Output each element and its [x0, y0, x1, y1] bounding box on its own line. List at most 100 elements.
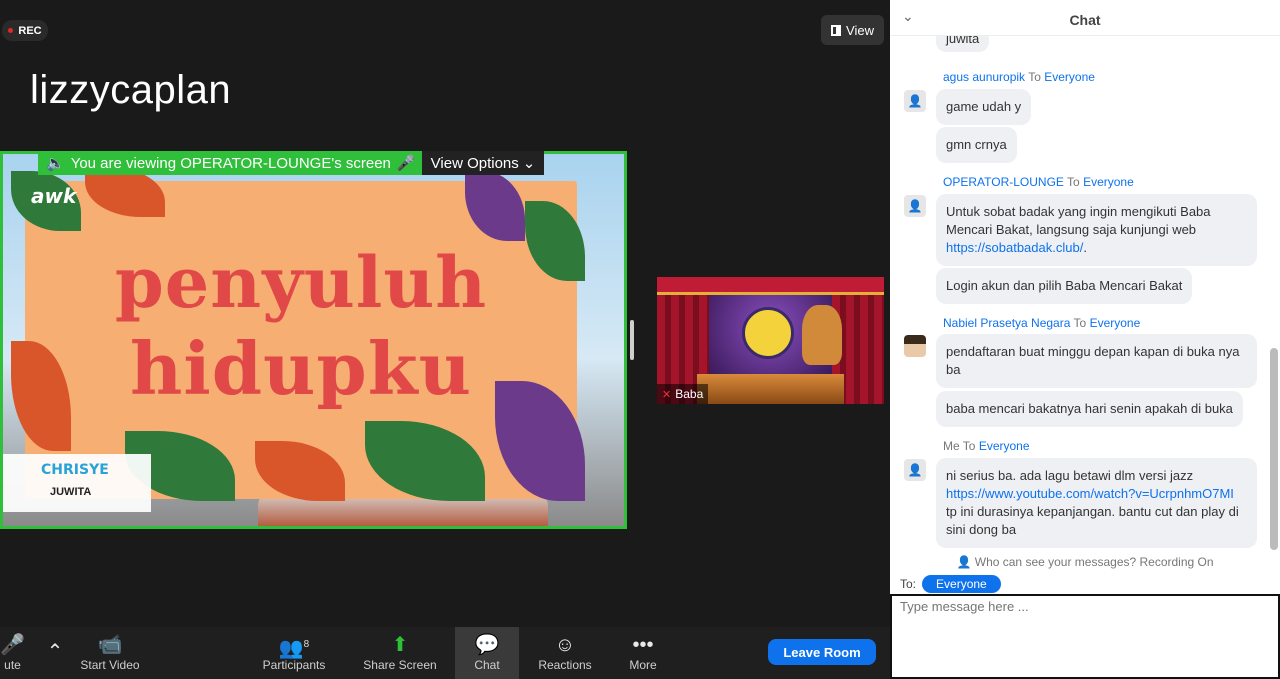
participants-count: 8 — [303, 639, 310, 650]
chat-sender-line: Nabiel Prasetya Negara To Everyone — [943, 316, 1140, 330]
chat-panel: juwita agus aunuropik To Everyone 👤 game… — [890, 0, 1280, 679]
more-button[interactable]: ••• More — [613, 627, 673, 679]
viewing-share-banner: 🔈 You are viewing OPERATOR-LOUNGE's scre… — [38, 151, 426, 175]
chat-bubble: ni serius ba. ada lagu betawi dlm versi … — [936, 458, 1257, 548]
audio-options-button[interactable]: ⌃ — [42, 627, 68, 679]
to-label: To — [962, 439, 976, 453]
view-options-button[interactable]: View Options ⌄ — [422, 151, 544, 175]
recipient-name: Everyone — [1083, 175, 1134, 189]
smiley-add-icon: ☺ — [554, 634, 576, 656]
user-avatar — [904, 335, 926, 357]
participants-label: Participants — [262, 658, 326, 672]
slide-title-line2: hidupku — [130, 326, 472, 411]
view-button[interactable]: View — [821, 15, 884, 45]
share-screen-label: Share Screen — [363, 658, 437, 672]
active-speaker-name: lizzycaplan — [30, 68, 232, 112]
start-video-label: Start Video — [80, 658, 140, 672]
mute-label: ute — [4, 658, 21, 672]
chat-bubble: baba mencari bakatnya hari senin apakah … — [936, 391, 1243, 427]
chat-bubble: Login akun dan pilih Baba Mencari Bakat — [936, 268, 1193, 304]
user-avatar-icon: 👤 — [904, 459, 926, 481]
participants-button[interactable]: 👥8 Participants — [255, 627, 333, 679]
mic-muted-icon: 🎤 — [0, 634, 25, 656]
chat-bubble: game udah y — [936, 89, 1032, 125]
chat-sender-line: Me To Everyone — [943, 439, 1030, 453]
chevron-up-icon: ⌃ — [46, 641, 64, 663]
message-text: pendaftaran buat minggu depan kapan di b… — [946, 344, 1240, 359]
view-button-label: View — [846, 22, 874, 38]
club-badge-logo — [742, 307, 794, 359]
reactions-button[interactable]: ☺ Reactions — [533, 627, 597, 679]
slide-logo: awk — [31, 184, 77, 208]
more-dots-icon: ••• — [632, 634, 654, 656]
recipient-name: Everyone — [1044, 70, 1095, 84]
message-text: Mencari Bakat, langsung saja kunjungi we… — [946, 222, 1197, 237]
chat-bubble: pendaftaran buat minggu depan kapan di b… — [936, 334, 1257, 388]
reactions-label: Reactions — [538, 658, 592, 672]
shared-screen[interactable]: penyuluh hidupku awk CHRISYE JUWITA — [0, 151, 627, 529]
chat-label: Chat — [474, 658, 500, 672]
mic-muted-icon: ✕ — [662, 388, 672, 401]
recording-label: REC — [18, 24, 42, 37]
speaker-icon: 🔈 — [46, 155, 65, 172]
privacy-notice[interactable]: 👤 Who can see your messages? Recording O… — [890, 555, 1280, 569]
more-label: More — [629, 658, 657, 672]
to-label: To: — [900, 577, 917, 591]
chevron-down-icon: ⌄ — [522, 155, 536, 172]
chat-button[interactable]: 💬 Chat — [455, 627, 519, 679]
leaf-decoration — [465, 171, 525, 241]
leaf-decoration — [255, 441, 345, 501]
recipient-select[interactable]: Everyone — [922, 575, 1001, 593]
video-stage: REC View lizzycaplan penyuluh hidupku aw… — [0, 0, 890, 627]
chat-message-input[interactable] — [890, 594, 1280, 679]
chat-bubble: Untuk sobat badak yang ingin mengikuti B… — [936, 194, 1257, 266]
person-icon: 👤 — [956, 555, 972, 569]
chat-bubble: gmn crnya — [936, 127, 1017, 163]
panel-resize-handle[interactable] — [630, 320, 634, 360]
to-label: To — [1028, 70, 1041, 84]
sender-name: Me — [943, 439, 960, 453]
curtain-valance-image — [657, 277, 884, 295]
thumbnail-participant-name: Baba — [675, 387, 704, 401]
chat-header: ⌄ Chat — [890, 0, 1280, 36]
start-video-button[interactable]: 📹 Start Video — [74, 627, 146, 679]
to-label: To — [1073, 316, 1087, 330]
chat-scrollbar[interactable] — [1270, 348, 1278, 550]
sender-name[interactable]: OPERATOR-LOUNGE — [943, 175, 1064, 189]
record-dot-icon — [8, 28, 14, 33]
user-avatar-icon: 👤 — [904, 195, 926, 217]
leaf-decoration — [365, 421, 485, 501]
chat-sender-line: OPERATOR-LOUNGE To Everyone — [943, 175, 1134, 189]
slide-card: penyuluh hidupku — [11, 167, 585, 501]
chat-message-list[interactable]: juwita agus aunuropik To Everyone 👤 game… — [890, 0, 1280, 572]
recipient-name: Everyone — [978, 439, 1030, 453]
video-off-icon: 📹 — [97, 634, 123, 656]
sender-name[interactable]: agus aunuropik — [943, 70, 1025, 84]
chat-title: Chat — [1069, 12, 1101, 28]
sender-name[interactable]: Nabiel Prasetya Negara — [943, 316, 1070, 330]
to-label: To — [1067, 175, 1080, 189]
message-text: ba — [946, 362, 961, 377]
message-link[interactable]: https://sobatbadak.club/ — [946, 240, 1083, 255]
cat-mascot-image — [802, 305, 842, 365]
recipient-row: To: Everyone — [900, 575, 1001, 593]
slide-title-line1: penyuluh — [114, 241, 488, 324]
message-text: ni serius ba. ada lagu betawi dlm versi … — [946, 468, 1194, 483]
recording-indicator: REC — [2, 20, 48, 41]
participant-thumbnail[interactable]: ✕ Baba — [657, 277, 884, 404]
meeting-toolbar: 🎤 ute ⌃ 📹 Start Video 👥8 Participants ⬆ … — [0, 627, 890, 679]
nametag-first-name: CHRISYE — [41, 462, 109, 478]
recipient-name: Everyone — [1089, 316, 1141, 330]
message-link[interactable]: https://www.youtube.com/watch?v=UcrpnhmO… — [946, 485, 1247, 503]
leave-room-button[interactable]: Leave Room — [768, 639, 876, 665]
mute-button[interactable]: 🎤 ute — [0, 627, 35, 679]
thumbnail-name-label: ✕ Baba — [657, 384, 709, 404]
zoom-window: REC View lizzycaplan penyuluh hidupku aw… — [0, 0, 1280, 679]
share-screen-button[interactable]: ⬆ Share Screen — [358, 627, 442, 679]
view-layout-icon — [831, 24, 842, 36]
share-screen-icon: ⬆ — [391, 634, 409, 656]
stage-floor-image — [697, 374, 844, 404]
view-options-label: View Options — [430, 154, 519, 172]
mic-muted-icon: 🎤 — [396, 155, 416, 172]
privacy-text: Who can see your messages? Recording On — [974, 555, 1214, 569]
